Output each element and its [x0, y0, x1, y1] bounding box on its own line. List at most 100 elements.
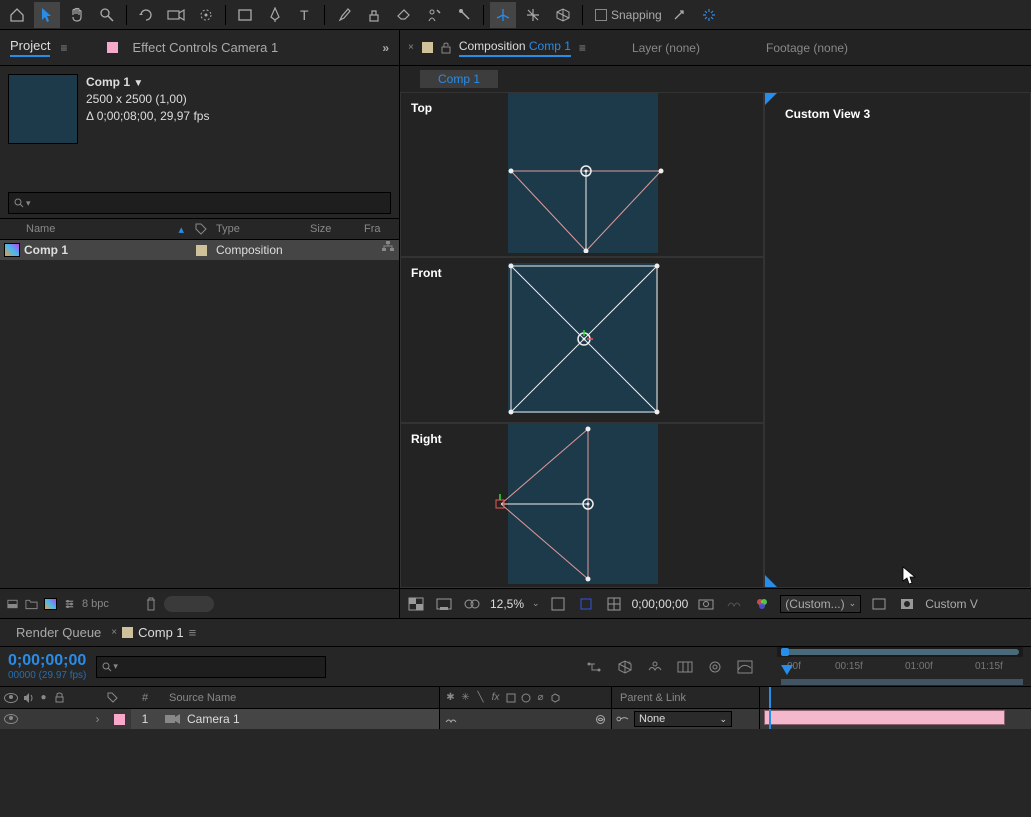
close-tab-icon[interactable]: ×	[408, 42, 414, 53]
solo-col-icon[interactable]: ●	[37, 691, 50, 704]
shy-icon[interactable]	[645, 657, 665, 677]
col-source[interactable]: Source Name	[159, 687, 439, 708]
col-framerate[interactable]: Fra	[360, 219, 399, 239]
mask-icon[interactable]	[462, 594, 482, 614]
comp-mini-flowchart-icon[interactable]	[585, 657, 605, 677]
zoom-tool[interactable]	[94, 2, 120, 28]
parent-dropdown[interactable]: None⌄	[634, 711, 732, 727]
lock-col-icon[interactable]	[53, 691, 66, 704]
current-timecode[interactable]: 0;00;00;00	[8, 652, 86, 670]
effect-controls-tab[interactable]: Effect Controls Camera 1	[132, 40, 278, 55]
comp-tab-name[interactable]: Comp 1	[529, 39, 571, 53]
axis-local[interactable]	[490, 2, 516, 28]
brush-tool[interactable]	[331, 2, 357, 28]
region-icon[interactable]	[576, 594, 596, 614]
motion-blur-icon[interactable]	[705, 657, 725, 677]
layer-label-color[interactable]	[114, 714, 125, 725]
layer-bar[interactable]	[764, 710, 1005, 725]
panel-expand-icon[interactable]: »	[382, 41, 389, 55]
axis-view[interactable]	[550, 2, 576, 28]
audio-col-icon[interactable]	[21, 691, 34, 704]
selection-tool[interactable]	[34, 2, 60, 28]
grid-icon[interactable]	[604, 594, 624, 614]
flowchart-icon[interactable]	[381, 240, 395, 252]
viewer-time[interactable]: 0;00;00;00	[632, 597, 689, 611]
channel-icon[interactable]	[434, 594, 454, 614]
comp-subtab[interactable]: Comp 1	[420, 70, 498, 88]
layer-tab[interactable]: Layer (none)	[632, 41, 700, 55]
video-col-icon[interactable]	[4, 693, 18, 703]
view-label-custom: Custom View 3	[785, 107, 870, 121]
footage-tab[interactable]: Footage (none)	[766, 41, 848, 55]
label-color-icon[interactable]	[196, 245, 207, 256]
home-tool[interactable]	[4, 2, 30, 28]
settings-icon[interactable]	[63, 597, 76, 610]
viewport-right[interactable]: Right	[400, 423, 764, 588]
axis-world[interactable]	[520, 2, 546, 28]
bpc-label[interactable]: 8 bpc	[82, 598, 109, 610]
view-opt2-icon[interactable]	[897, 594, 917, 614]
rect-tool[interactable]	[232, 2, 258, 28]
pickwhip-icon[interactable]	[616, 713, 629, 726]
graph-editor-icon[interactable]	[735, 657, 755, 677]
zoom-level[interactable]: 12,5%	[490, 597, 524, 611]
snap-opt2[interactable]	[696, 2, 722, 28]
roto-tool[interactable]	[421, 2, 447, 28]
resolution-icon[interactable]	[548, 594, 568, 614]
trash-icon[interactable]	[145, 597, 158, 610]
timeline-ruler-area[interactable]	[759, 687, 1005, 708]
view-layout-dropdown[interactable]: (Custom...)⌄	[780, 595, 861, 613]
pan-behind-tool[interactable]	[193, 2, 219, 28]
viewport-top[interactable]: Top	[400, 92, 764, 257]
puppet-tool[interactable]	[451, 2, 477, 28]
camera-tool[interactable]	[163, 2, 189, 28]
color-mgmt-icon[interactable]	[752, 594, 772, 614]
active-view-dropdown[interactable]: Custom V	[925, 597, 978, 611]
new-folder-icon[interactable]	[25, 597, 38, 610]
lock-icon[interactable]	[441, 42, 451, 54]
eraser-tool[interactable]	[391, 2, 417, 28]
project-search[interactable]: ▾	[8, 192, 391, 214]
comp-tab-label[interactable]: Composition	[459, 39, 526, 53]
timeline-search[interactable]: ▾	[96, 656, 326, 678]
comp-thumbnail[interactable]	[8, 74, 78, 144]
col-parent[interactable]: Parent & Link	[611, 687, 759, 708]
expand-icon[interactable]: ›	[96, 712, 110, 726]
frame-blend-icon[interactable]	[675, 657, 695, 677]
shy-switch[interactable]	[444, 713, 457, 726]
pen-tool[interactable]	[262, 2, 288, 28]
layer-track[interactable]	[759, 709, 1005, 729]
layer-visible-icon[interactable]	[4, 714, 18, 724]
col-name[interactable]: Name▴	[0, 219, 190, 239]
viewport-front[interactable]: Front	[400, 257, 764, 422]
show-snapshot-icon[interactable]	[724, 594, 744, 614]
col-number[interactable]: #	[131, 687, 159, 708]
orbit-tool[interactable]	[133, 2, 159, 28]
project-tab[interactable]: Project	[10, 38, 50, 57]
playhead-icon[interactable]	[781, 665, 793, 675]
snapshot-icon[interactable]	[696, 594, 716, 614]
type-tool[interactable]: T	[292, 2, 318, 28]
panel-menu-icon[interactable]: ≡	[60, 41, 67, 55]
comp-menu-icon[interactable]: ≡	[579, 41, 586, 55]
view-opt1-icon[interactable]	[869, 594, 889, 614]
draft3d-icon[interactable]: +	[615, 657, 635, 677]
viewport-custom[interactable]: Custom View 3	[764, 92, 1031, 588]
label-col-icon[interactable]	[106, 691, 119, 704]
snapping-toggle[interactable]: Snapping	[595, 8, 662, 22]
work-area-bar[interactable]	[781, 679, 1023, 685]
interpret-icon[interactable]	[6, 597, 19, 610]
collapse-switch[interactable]	[594, 713, 607, 726]
hand-tool[interactable]	[64, 2, 90, 28]
new-comp-icon[interactable]	[44, 597, 57, 610]
render-queue-tab[interactable]: Render Queue	[16, 625, 101, 640]
timeline-comp-tab[interactable]: × Comp 1 ≡	[111, 625, 196, 640]
col-size[interactable]: Size	[306, 219, 360, 239]
clone-tool[interactable]	[361, 2, 387, 28]
project-item-row[interactable]: Comp 1 Composition	[0, 240, 399, 260]
layer-row[interactable]: › 1 Camera 1 None⌄	[0, 709, 1031, 729]
col-type[interactable]: Type	[212, 219, 306, 239]
col-label-icon[interactable]	[190, 219, 212, 239]
alpha-icon[interactable]	[406, 594, 426, 614]
snap-opt1[interactable]	[666, 2, 692, 28]
